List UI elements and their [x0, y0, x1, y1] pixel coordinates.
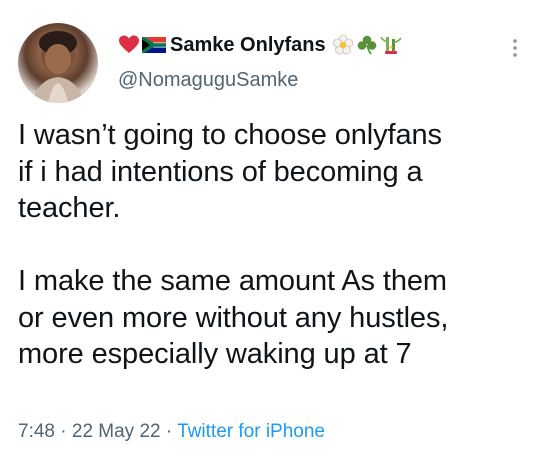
separator-dot: ·: [165, 421, 173, 442]
tweet-date[interactable]: 22 May 22: [72, 421, 161, 442]
shamrock-icon: [357, 35, 376, 55]
tweet-time[interactable]: 7:48: [18, 421, 55, 442]
tweet-header: Samke Onlyfans @NomaguguSamke: [118, 30, 520, 100]
tweet-metadata: 7:48 · 22 May 22 · Twitter for iPhone: [18, 421, 325, 443]
username-handle[interactable]: @NomaguguSamke: [118, 66, 520, 94]
tweet: Samke Onlyfans @NomaguguSamke I wasn’t g…: [0, 0, 540, 464]
blossom-icon: [332, 34, 353, 55]
avatar-image: [32, 31, 84, 103]
south-africa-flag-icon: [142, 37, 166, 53]
more-options-icon[interactable]: [512, 38, 518, 58]
separator-dot: ·: [60, 421, 67, 442]
tweet-source-link[interactable]: Twitter for iPhone: [177, 421, 325, 442]
display-name[interactable]: Samke Onlyfans: [170, 34, 326, 57]
tweet-text: I wasn’t going to choose onlyfans if i h…: [18, 119, 449, 370]
bamboo-icon: [379, 36, 402, 54]
name-row: Samke Onlyfans: [118, 30, 520, 60]
red-heart-icon: [119, 35, 139, 53]
avatar[interactable]: [18, 23, 98, 103]
